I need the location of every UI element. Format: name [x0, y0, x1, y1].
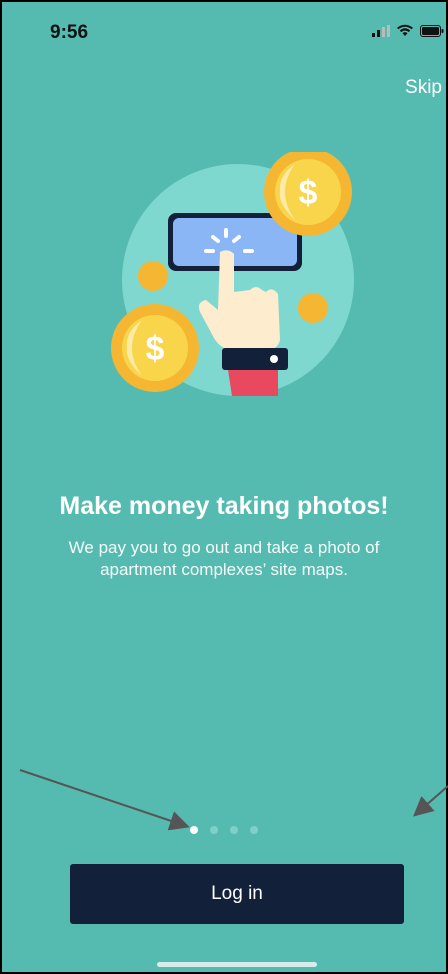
page-dot-4[interactable] — [250, 826, 258, 834]
skip-button[interactable]: Skip — [405, 77, 442, 99]
page-dot-1[interactable] — [190, 826, 198, 834]
page-dot-3[interactable] — [230, 826, 238, 834]
status-time: 9:56 — [50, 22, 89, 43]
login-button[interactable]: Log in — [70, 864, 404, 924]
onboarding-title: Make money taking photos! — [59, 492, 389, 520]
status-icons — [372, 24, 444, 42]
page-indicator — [2, 826, 446, 834]
battery-icon — [420, 24, 444, 42]
hand-tap-illustration: $ $ — [110, 148, 360, 412]
status-bar: 9:56 — [2, 2, 446, 62]
svg-text:$: $ — [146, 330, 165, 368]
phone-screen: 9:56 Skip $ $ Make money taking photos! … — [0, 0, 448, 974]
signal-icon — [372, 24, 390, 42]
onboarding-description: We pay you to go out and take a photo of… — [68, 538, 380, 579]
page-dot-2[interactable] — [210, 826, 218, 834]
svg-text:$: $ — [299, 174, 318, 212]
wifi-icon — [396, 24, 414, 42]
home-indicator — [157, 962, 317, 967]
